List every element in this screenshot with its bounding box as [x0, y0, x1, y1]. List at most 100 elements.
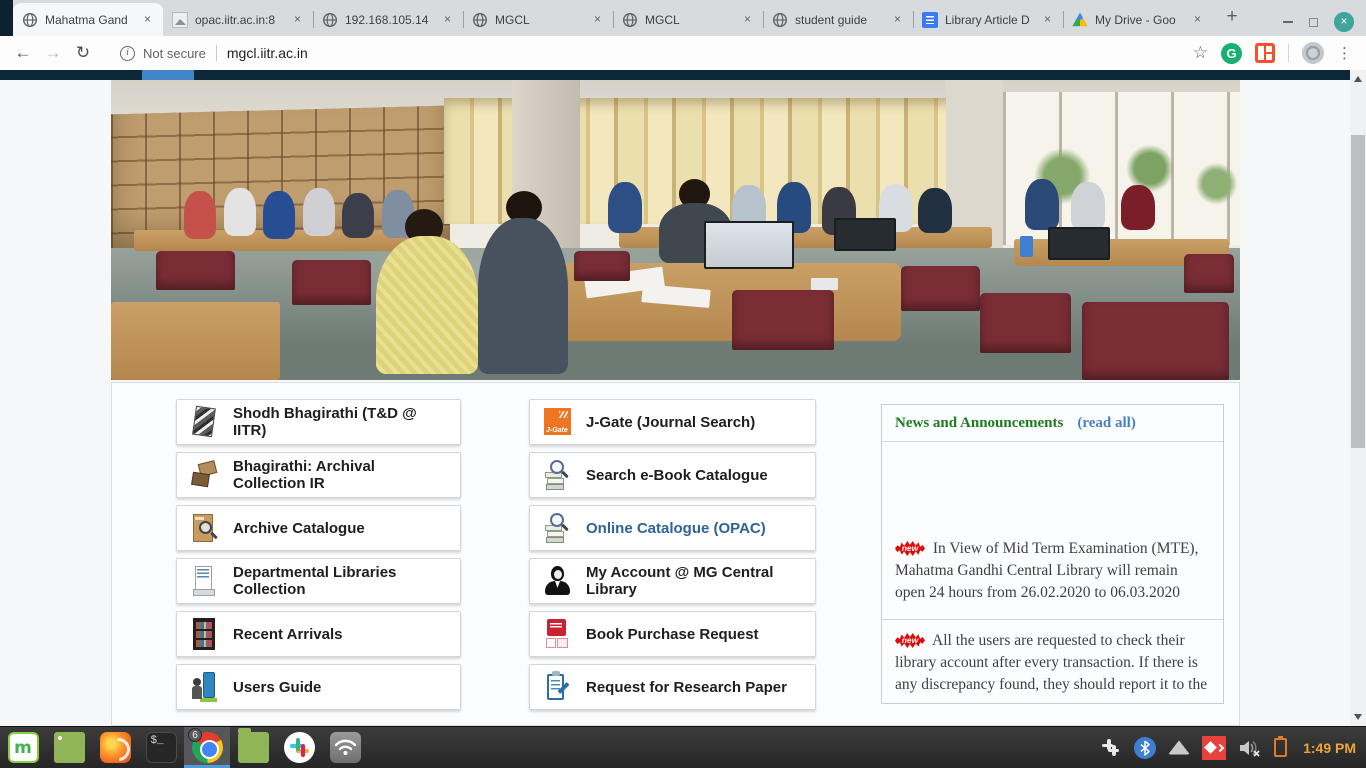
reload-button[interactable]: ↻: [68, 38, 98, 68]
close-icon[interactable]: ×: [1189, 11, 1206, 28]
link-button-bhagirathi-archival[interactable]: Bhagirathi: Archival Collection IR: [176, 452, 461, 498]
archive-search-icon: [191, 511, 218, 545]
link-button-book-purchase[interactable]: Book Purchase Request: [529, 611, 816, 657]
news-title: News and Announcements: [895, 415, 1063, 432]
link-label: Online Catalogue (OPAC): [586, 520, 766, 537]
tab-mgcl-2[interactable]: MGCL ×: [613, 3, 763, 36]
window-minimize-button[interactable]: [1283, 21, 1293, 23]
read-all-link[interactable]: (read all): [1077, 415, 1135, 432]
link-button-ebook-catalogue[interactable]: Search e-Book Catalogue: [529, 452, 816, 498]
show-desktop-button[interactable]: [46, 727, 92, 768]
tab-mgcl-1[interactable]: MGCL ×: [463, 3, 613, 36]
link-label: Request for Research Paper: [586, 679, 787, 696]
news-item: new In View of Mid Term Examination (MTE…: [882, 538, 1223, 620]
browser-menu-icon[interactable]: ⋮: [1337, 44, 1352, 62]
photo-laptop: [834, 218, 896, 251]
jgate-icon: J-Gate: [544, 405, 571, 439]
news-text: In View of Mid Term Examination (MTE), M…: [895, 540, 1198, 601]
close-icon[interactable]: ×: [1039, 11, 1056, 28]
new-tab-button[interactable]: +: [1217, 3, 1247, 33]
tab-student-guide[interactable]: student guide ×: [763, 3, 913, 36]
new-badge: new: [895, 541, 925, 556]
close-icon[interactable]: ×: [739, 11, 756, 28]
news-header: News and Announcements (read all): [882, 405, 1223, 442]
photo-person-dark-jacket: [478, 218, 568, 374]
scroll-up-button[interactable]: [1354, 76, 1362, 82]
terminal-icon: $_: [146, 732, 177, 763]
tab-library-article[interactable]: Library Article D ×: [913, 3, 1063, 36]
tab-label: My Drive - Goo: [1095, 13, 1189, 27]
active-nav-indicator[interactable]: [142, 70, 194, 80]
network-wifi-icon[interactable]: [1168, 740, 1190, 755]
terminal-launcher[interactable]: $_: [138, 727, 184, 768]
wifi-app-launcher[interactable]: [322, 727, 368, 768]
taskbar: m $_ 6: [0, 726, 1366, 768]
tab-opac[interactable]: opac.iitr.ac.in:8 ×: [163, 3, 313, 36]
link-button-departmental-libraries[interactable]: Departmental Libraries Collection: [176, 558, 461, 604]
toolbar-divider: [1288, 44, 1289, 62]
photo-bottle: [1020, 236, 1034, 257]
close-icon[interactable]: ×: [439, 11, 456, 28]
firefox-launcher[interactable]: [92, 727, 138, 768]
tab-label: 192.168.105.14: [345, 13, 439, 27]
bookmark-star-icon[interactable]: ☆: [1193, 43, 1208, 63]
photo-table: [111, 302, 280, 380]
slack-tray-icon[interactable]: [1100, 737, 1122, 759]
scroll-thumb[interactable]: [1351, 135, 1365, 448]
url-text[interactable]: mgcl.iitr.ac.in: [227, 45, 308, 61]
tab-manager-extension-icon[interactable]: [1255, 43, 1275, 63]
forward-button[interactable]: →: [38, 38, 68, 68]
link-button-my-account[interactable]: My Account @ MG Central Library: [529, 558, 816, 604]
mint-menu-button[interactable]: m: [0, 727, 46, 768]
close-icon[interactable]: ×: [289, 11, 306, 28]
anydesk-icon[interactable]: [1202, 736, 1226, 760]
link-button-research-paper[interactable]: Request for Research Paper: [529, 664, 816, 710]
file-manager-launcher[interactable]: [230, 727, 276, 768]
photo-chair: [980, 293, 1070, 353]
grammarly-extension-icon[interactable]: G: [1221, 43, 1242, 64]
address-divider: [216, 45, 217, 61]
link-button-shodh-bhagirathi[interactable]: Shodh Bhagirathi (T&D @ IITR): [176, 399, 461, 445]
info-icon[interactable]: i: [120, 46, 135, 61]
bluetooth-icon[interactable]: [1134, 737, 1156, 759]
link-button-jgate[interactable]: J-Gate J-Gate (Journal Search): [529, 399, 816, 445]
tab-label: MGCL: [645, 13, 739, 27]
link-button-recent-arrivals[interactable]: Recent Arrivals: [176, 611, 461, 657]
photo-person: [1071, 182, 1105, 230]
tab-my-drive[interactable]: My Drive - Goo ×: [1063, 3, 1213, 36]
profile-avatar[interactable]: [1302, 42, 1324, 64]
window-close-button[interactable]: ×: [1334, 12, 1354, 32]
scrollbar[interactable]: [1350, 70, 1366, 726]
address-bar[interactable]: i Not secure mgcl.iitr.ac.in: [108, 39, 1183, 67]
close-icon[interactable]: ×: [589, 11, 606, 28]
system-tray: 1:49 PM: [1100, 736, 1366, 760]
photo-chair: [574, 251, 630, 281]
link-column-left: Shodh Bhagirathi (T&D @ IITR) Bhagirathi…: [176, 399, 461, 717]
volume-muted-icon[interactable]: [1238, 738, 1262, 758]
link-button-opac[interactable]: Online Catalogue (OPAC): [529, 505, 816, 551]
chrome-launcher[interactable]: 6: [184, 727, 230, 768]
back-button[interactable]: ←: [8, 38, 38, 68]
guide-kiosk-icon: [191, 670, 218, 704]
taskbar-clock[interactable]: 1:49 PM: [1303, 740, 1356, 756]
photo-person: [1121, 185, 1155, 230]
close-icon[interactable]: ×: [889, 11, 906, 28]
slack-launcher[interactable]: [276, 727, 322, 768]
link-button-archive-catalogue[interactable]: Archive Catalogue: [176, 505, 461, 551]
archive-boxes-icon: [191, 458, 218, 492]
tab-mahatma-gandhi-library[interactable]: Mahatma Gand ×: [13, 3, 163, 36]
news-text: All the users are requested to check the…: [895, 632, 1207, 693]
link-column-middle: J-Gate J-Gate (Journal Search) Search e-…: [529, 399, 816, 717]
image-icon: [172, 12, 188, 28]
link-label: My Account @ MG Central Library: [586, 564, 805, 598]
photo-person: [303, 188, 335, 236]
close-icon[interactable]: ×: [139, 11, 156, 28]
wifi-icon: [330, 732, 361, 763]
link-button-users-guide[interactable]: Users Guide: [176, 664, 461, 710]
window-restore-button[interactable]: [1309, 18, 1318, 27]
tab-ip-address[interactable]: 192.168.105.14 ×: [313, 3, 463, 36]
tab-label: Library Article D: [945, 13, 1039, 27]
scroll-down-button[interactable]: [1354, 714, 1362, 720]
photo-laptop: [1048, 227, 1110, 260]
battery-icon[interactable]: [1274, 738, 1287, 757]
